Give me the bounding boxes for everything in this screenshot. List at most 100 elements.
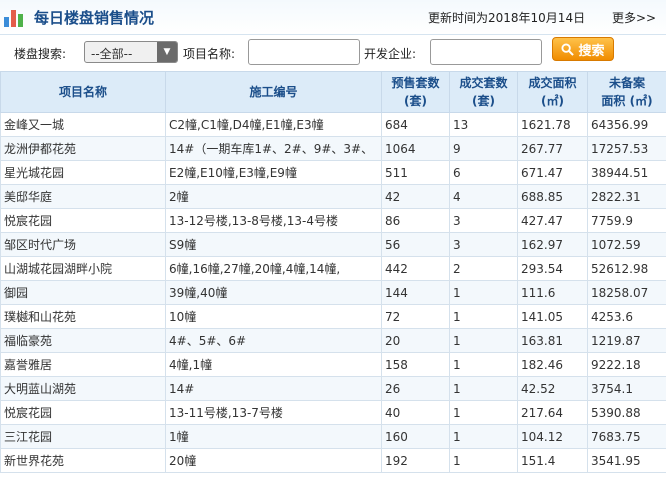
cell-area: 293.54: [517, 256, 588, 281]
cell-name: 嘉誉雅居: [0, 352, 166, 377]
cell-deal: 1: [449, 424, 518, 449]
table-row: 新世界花苑 20幢 192 1 151.4 3541.95: [0, 448, 666, 473]
header-bar: 每日楼盘销售情况 更新时间为2018年10月14日 更多>>: [0, 0, 666, 35]
cell-unfiled: 18258.07: [587, 280, 666, 305]
table-row: 龙洲伊都花苑 14#（一期车库1#、2#、9#、3#、 1064 9 267.77 172…: [0, 136, 666, 161]
table-row: 大明蓝山湖苑 14# 26 1 42.52 3754.1: [0, 376, 666, 401]
table-row: 福临豪苑 4#、5#、6# 20 1 163.81 1219.87: [0, 328, 666, 353]
cell-deal: 6: [449, 160, 518, 185]
cell-deal: 1: [449, 448, 518, 473]
cell-name: 御园: [0, 280, 166, 305]
table-row: 御园 39幢,40幢 144 1 111.6 18258.07: [0, 280, 666, 305]
cell-area: 162.97: [517, 232, 588, 257]
cell-code: 10幢: [165, 304, 382, 329]
cell-area: 182.46: [517, 352, 588, 377]
project-select-value: --全部--: [91, 47, 133, 61]
table-row: 美邸华庭 2幢 42 4 688.85 2822.31: [0, 184, 666, 209]
cell-unfiled: 3754.1: [587, 376, 666, 401]
cell-unfiled: 17257.53: [587, 136, 666, 161]
col-header-area: 成交面积 (㎡): [517, 71, 588, 113]
cell-area: 151.4: [517, 448, 588, 473]
cell-deal: 1: [449, 304, 518, 329]
project-name-input[interactable]: [248, 39, 360, 65]
search-button-label: 搜索: [578, 43, 605, 59]
cell-unfiled: 7683.75: [587, 424, 666, 449]
col-header-unfiled: 未备案 面积 (㎡): [587, 71, 666, 113]
project-select[interactable]: --全部-- ▼: [84, 41, 178, 63]
page: 每日楼盘销售情况 更新时间为2018年10月14日 更多>> 楼盘搜索: --全…: [0, 0, 666, 478]
col-header-presale: 预售套数 (套): [381, 71, 450, 113]
cell-name: 新世界花苑: [0, 448, 166, 473]
cell-area: 104.12: [517, 424, 588, 449]
bar-chart-icon: [4, 7, 26, 27]
cell-area: 217.64: [517, 400, 588, 425]
search-button[interactable]: 搜索: [552, 37, 614, 61]
cell-area: 427.47: [517, 208, 588, 233]
cell-name: 三江花园: [0, 424, 166, 449]
page-title: 每日楼盘销售情况: [34, 8, 155, 27]
cell-deal: 9: [449, 136, 518, 161]
cell-name: 金峰又一城: [0, 112, 166, 137]
cell-code: C2幢,C1幢,D4幢,E1幢,E3幢: [165, 112, 382, 137]
cell-unfiled: 2822.31: [587, 184, 666, 209]
cell-name: 邹区时代广场: [0, 232, 166, 257]
cell-deal: 3: [449, 208, 518, 233]
cell-presale: 684: [381, 112, 450, 137]
cell-presale: 158: [381, 352, 450, 377]
cell-presale: 40: [381, 400, 450, 425]
cell-presale: 20: [381, 328, 450, 353]
project-search-label: 楼盘搜索:: [14, 47, 67, 61]
cell-area: 688.85: [517, 184, 588, 209]
cell-unfiled: 52612.98: [587, 256, 666, 281]
cell-unfiled: 38944.51: [587, 160, 666, 185]
cell-name: 悦宸花园: [0, 400, 166, 425]
cell-presale: 192: [381, 448, 450, 473]
update-time: 更新时间为2018年10月14日: [428, 11, 586, 25]
cell-code: 13-11号楼,13-7号楼: [165, 400, 382, 425]
table-row: 三江花园 1幢 160 1 104.12 7683.75: [0, 424, 666, 449]
cell-name: 璞樾和山花苑: [0, 304, 166, 329]
cell-presale: 26: [381, 376, 450, 401]
cell-presale: 442: [381, 256, 450, 281]
cell-deal: 1: [449, 376, 518, 401]
cell-area: 163.81: [517, 328, 588, 353]
cell-deal: 1: [449, 400, 518, 425]
cell-code: E2幢,E10幢,E3幢,E9幢: [165, 160, 382, 185]
cell-unfiled: 9222.18: [587, 352, 666, 377]
cell-code: 14#: [165, 376, 382, 401]
col-header-name: 项目名称: [0, 71, 166, 113]
cell-code: 1幢: [165, 424, 382, 449]
cell-unfiled: 1072.59: [587, 232, 666, 257]
cell-area: 1621.78: [517, 112, 588, 137]
more-link[interactable]: 更多>>: [612, 9, 656, 26]
developer-input[interactable]: [430, 39, 542, 65]
cell-code: 4#、5#、6#: [165, 328, 382, 353]
table-row: 璞樾和山花苑 10幢 72 1 141.05 4253.6: [0, 304, 666, 329]
chevron-down-icon[interactable]: ▼: [157, 42, 177, 62]
cell-name: 福临豪苑: [0, 328, 166, 353]
col-header-deal: 成交套数 (套): [449, 71, 518, 113]
cell-unfiled: 1219.87: [587, 328, 666, 353]
table-row: 山湖城花园湖畔小院 6幢,16幢,27幢,20幢,4幢,14幢, 442 2 293.5…: [0, 256, 666, 281]
table-row: 金峰又一城 C2幢,C1幢,D4幢,E1幢,E3幢 684 13 1621.78 6435…: [0, 112, 666, 137]
cell-deal: 4: [449, 184, 518, 209]
table-row: 悦宸花园 13-11号楼,13-7号楼 40 1 217.64 5390.88: [0, 400, 666, 425]
cell-deal: 3: [449, 232, 518, 257]
cell-code: 13-12号楼,13-8号楼,13-4号楼: [165, 208, 382, 233]
cell-code: 39幢,40幢: [165, 280, 382, 305]
table-row: 邹区时代广场 S9幢 56 3 162.97 1072.59: [0, 232, 666, 257]
cell-deal: 13: [449, 112, 518, 137]
cell-area: 671.47: [517, 160, 588, 185]
cell-deal: 1: [449, 352, 518, 377]
cell-code: 6幢,16幢,27幢,20幢,4幢,14幢,: [165, 256, 382, 281]
table-row: 星光城花园 E2幢,E10幢,E3幢,E9幢 511 6 671.47 38944.51: [0, 160, 666, 185]
magnifier-icon: [561, 42, 575, 56]
cell-area: 267.77: [517, 136, 588, 161]
table-header-row: 项目名称 施工编号 预售套数 (套) 成交套数 (套) 成交面积 (㎡) 未备案 面积 …: [0, 71, 666, 113]
col-header-code: 施工编号: [165, 71, 382, 113]
cell-presale: 86: [381, 208, 450, 233]
cell-name: 山湖城花园湖畔小院: [0, 256, 166, 281]
cell-unfiled: 7759.9: [587, 208, 666, 233]
cell-unfiled: 3541.95: [587, 448, 666, 473]
cell-name: 美邸华庭: [0, 184, 166, 209]
